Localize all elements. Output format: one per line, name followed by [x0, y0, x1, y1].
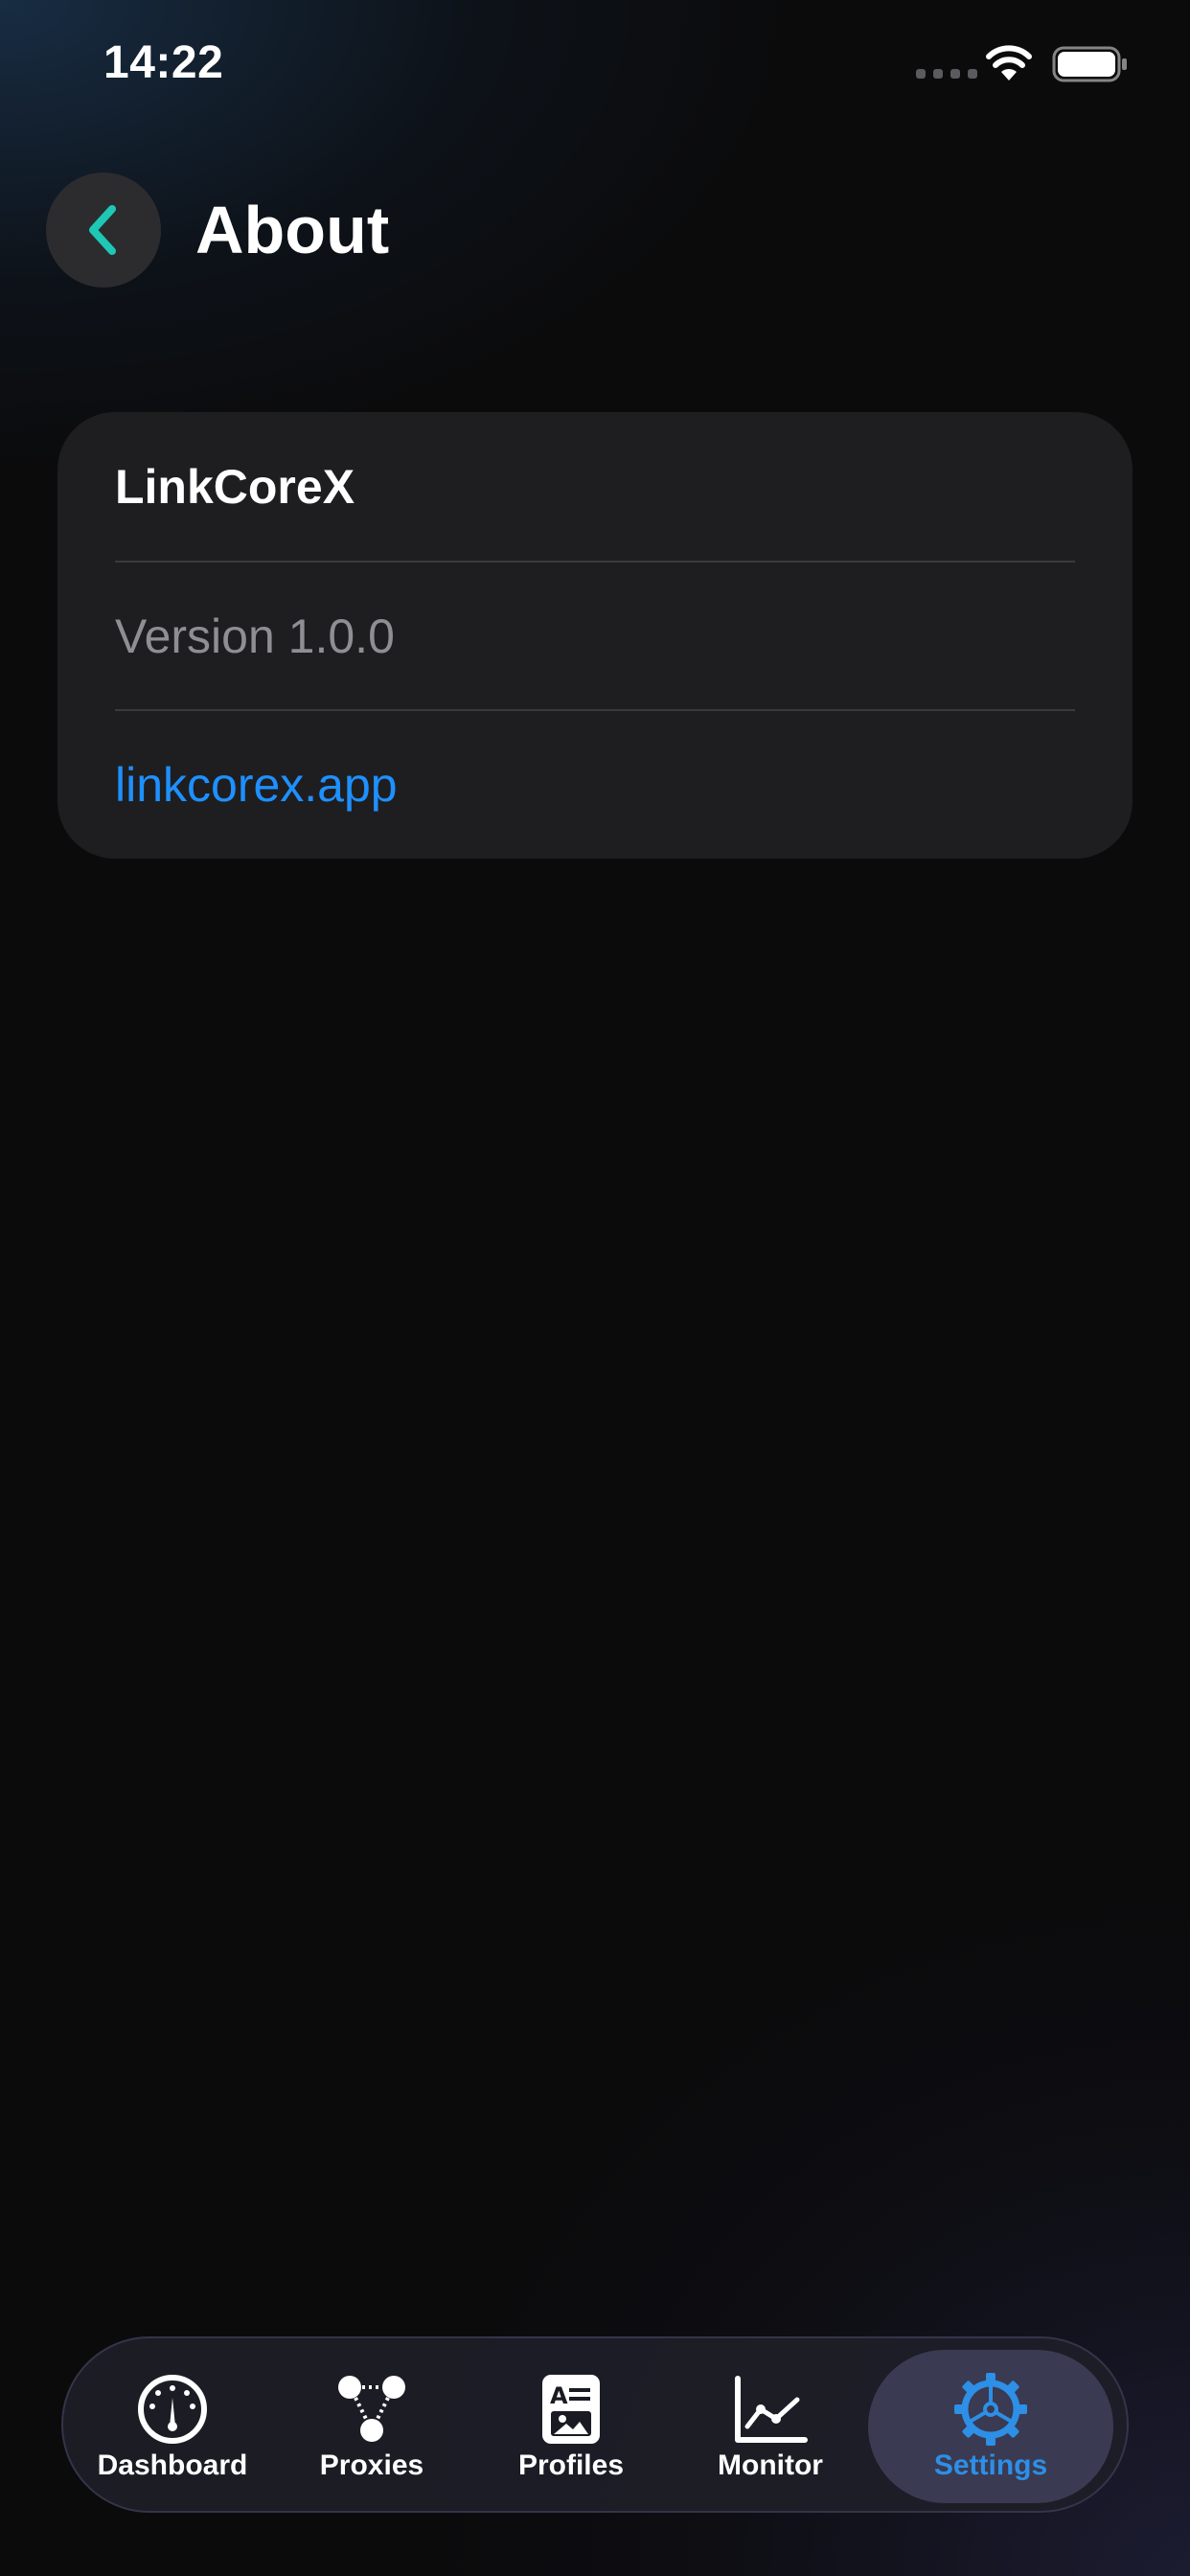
- app-name-row: LinkCoreX: [115, 412, 1075, 561]
- tab-profiles[interactable]: A Profiles: [471, 2338, 671, 2515]
- tab-label-settings: Settings: [933, 2450, 1048, 2481]
- tab-bar: Dashboard Proxies A Profiles Monitor Set…: [61, 2336, 1129, 2513]
- wifi-icon: [986, 45, 1032, 80]
- tab-label-proxies: Proxies: [319, 2450, 424, 2481]
- cellular-signal-icon: [916, 69, 977, 79]
- line-chart-icon: [735, 2376, 808, 2443]
- status-time: 14:22: [103, 37, 224, 88]
- battery-icon: [1052, 46, 1127, 82]
- about-card: LinkCoreX Version 1.0.0 linkcorex.app: [57, 412, 1133, 859]
- svg-text:A: A: [550, 2382, 568, 2409]
- profile-document-icon: A: [542, 2375, 600, 2444]
- version-row: Version 1.0.0: [115, 561, 1075, 709]
- page-title: About: [195, 193, 390, 267]
- tab-monitor[interactable]: Monitor: [671, 2338, 870, 2515]
- tab-label-profiles: Profiles: [517, 2450, 625, 2481]
- tab-label-monitor: Monitor: [718, 2450, 823, 2481]
- gear-icon: [954, 2373, 1027, 2446]
- tab-dashboard[interactable]: Dashboard: [73, 2338, 272, 2515]
- gauge-icon: [138, 2375, 207, 2444]
- app-name: LinkCoreX: [115, 459, 355, 514]
- website-link[interactable]: linkcorex.app: [115, 757, 398, 813]
- about-screen: 14:22 About LinkCoreX Version 1.0.0 link…: [0, 0, 1190, 2576]
- tab-label-dashboard: Dashboard: [97, 2450, 248, 2481]
- chevron-left-icon: [89, 205, 116, 255]
- tab-proxies[interactable]: Proxies: [272, 2338, 471, 2515]
- tab-settings[interactable]: Settings: [891, 2338, 1090, 2515]
- website-row[interactable]: linkcorex.app: [115, 709, 1075, 858]
- nodes-icon: [338, 2376, 405, 2442]
- app-version: Version 1.0.0: [115, 609, 395, 663]
- back-button[interactable]: [46, 172, 161, 288]
